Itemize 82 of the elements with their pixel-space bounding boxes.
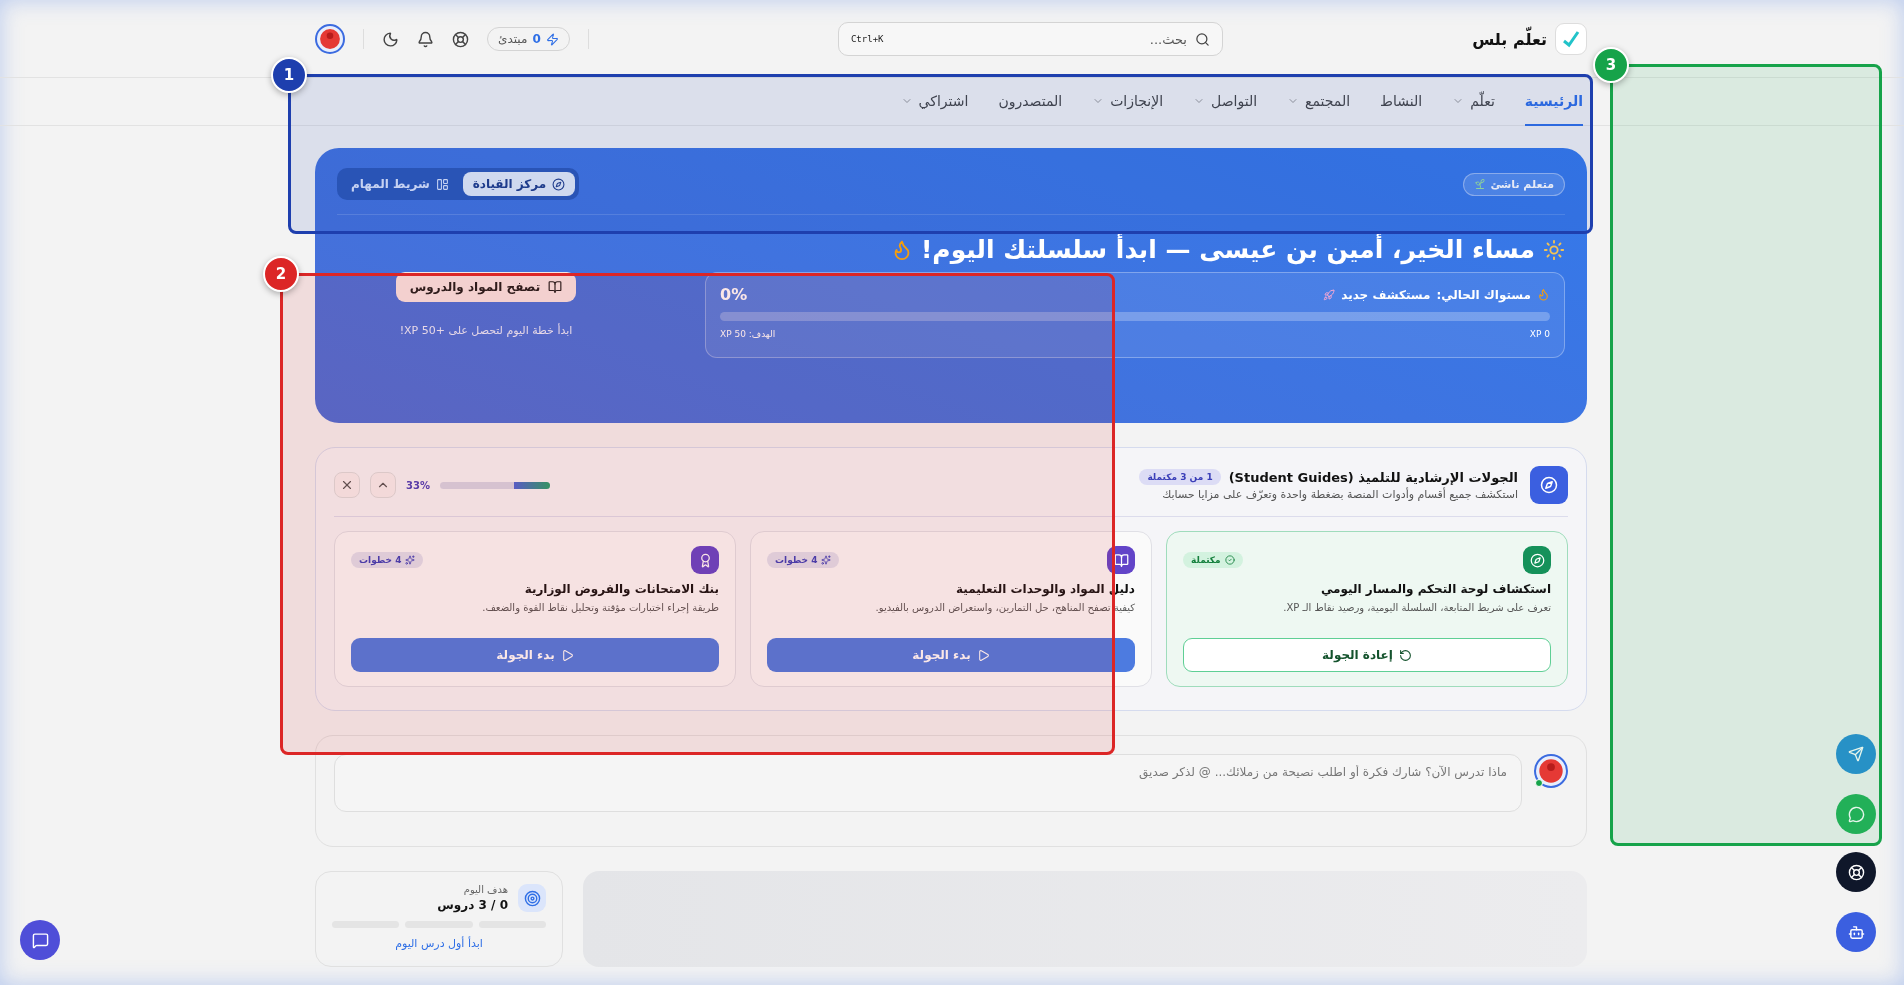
sun-icon [1543,238,1565,261]
cta-hint: ابدأ خطة اليوم لتحصل على +50 XP! [399,324,573,337]
avatar[interactable] [315,24,345,54]
compass-icon [552,177,566,191]
nav-tab[interactable]: تعلّم [1452,78,1495,126]
search-icon [1194,31,1210,47]
telegram-button[interactable] [1836,734,1876,774]
marker-badge: 1 [271,57,307,93]
restart-button[interactable]: إعادة الجولة [1183,638,1551,672]
nav-tab[interactable]: المتصدرون [998,78,1063,126]
send-icon [1848,746,1864,762]
nav-tab[interactable]: الإنجازات [1092,78,1164,126]
message-icon [31,931,49,949]
tour-description: طريقة إجراء اختبارات مؤقتة وتحليل نقاط القوة والضعف. [481,602,719,613]
rocket-icon [1323,288,1336,301]
view-tab[interactable]: شريط المهام [341,172,459,196]
avatar[interactable] [1534,754,1568,788]
tours-percent: 33% [406,479,430,491]
xp-value: 0 [532,32,541,46]
book-icon [1107,546,1135,574]
avatar-figure [1538,758,1564,784]
chat-button[interactable] [20,920,60,960]
status-chip: 4 خطوات [767,552,840,568]
browse-button[interactable]: تصفح المواد والدروس [395,272,577,302]
play-icon [976,648,990,662]
lifebuoy-icon [1847,863,1865,881]
shortcut-hint: Ctrl+K [850,34,884,44]
bot-icon [1847,923,1865,941]
tour-description: كيفية تصفح المناهج، حل التمارين، واستعراض الدروس بالفيديو. [874,602,1135,613]
start-button[interactable]: بدء الجولة [767,638,1135,672]
nav-tab[interactable]: المجتمع [1287,78,1351,126]
goal-label: هدف اليوم [462,884,508,895]
book-icon [548,280,563,294]
level-percent: 0% [720,285,748,304]
lifebuoy-icon[interactable] [452,30,469,48]
moon-icon[interactable] [382,30,399,48]
nav-tab[interactable]: الرئيسية [1524,78,1583,126]
assistant-button[interactable] [1836,912,1876,952]
status-chip: مكتملة [1183,552,1243,568]
check-circle-icon [1224,555,1235,565]
greeting: مساء الخير، أمين بن عيسى — ابدأ سلسلتك اليوم! [920,235,1535,264]
sparkles-icon [821,555,832,565]
close-button[interactable] [334,472,360,498]
award-icon [691,546,719,574]
level-label: مستواك الحالي: [1436,287,1531,302]
chat-bubble-icon [1847,805,1865,823]
compass-icon [1523,546,1551,574]
tour-title: بنك الامتحانات والفروض الوزارية [523,582,719,596]
tour-description: تعرف على شريط المتابعة، السلسلة اليومية، ورصيد نقاط الـ XP. [1282,602,1551,613]
search-input[interactable]: بحث... [889,30,1189,48]
notifications-icon[interactable] [417,30,434,48]
sparkles-icon [405,555,416,565]
compass-icon [1530,466,1568,504]
level-value: مستكشف جديد [1341,287,1431,302]
target-icon [518,884,546,912]
view-tab[interactable]: مركز القيادة [462,172,576,196]
rank-label: مبتدئ [498,32,528,46]
status-chip: 4 خطوات [351,552,424,568]
nav-tab[interactable]: التواصل [1193,78,1258,126]
goal-link[interactable]: ابدأ أول درس اليوم [395,937,483,950]
goal-value: 0 / 3 دروس [437,898,508,912]
sprout-icon [1474,178,1487,190]
marker-badge: 3 [1593,47,1629,83]
play-icon [560,648,574,662]
tours-title: الجولات الإرشادية للتلميذ (Student Guides) [1228,469,1518,485]
tours-subtitle: استكشف جميع أقسام وأدوات المنصة بضغطة واحدة وتعرّف على مزايا حسابك [1161,488,1518,501]
avatar-figure [319,28,341,50]
close-icon [340,478,354,492]
restart-icon [1398,648,1412,662]
start-button[interactable]: بدء الجولة [351,638,719,672]
marker-badge: 2 [263,256,299,292]
lightning-icon [545,32,559,46]
flame-icon [1537,288,1550,301]
layout-icon [435,177,449,191]
support-button[interactable] [1836,852,1876,892]
goal-xp: الهدف: XP 50 [720,329,776,339]
current-xp: XP 0 [1529,329,1550,339]
nav-tab[interactable]: النشاط [1380,78,1423,126]
online-dot [1535,779,1543,787]
tour-title: استكشاف لوحة التحكم والمسار اليومي [1319,582,1551,596]
nav-tab[interactable]: اشتراكي [900,78,969,126]
progress-chip: 1 من 3 مكتملة [1139,469,1221,485]
